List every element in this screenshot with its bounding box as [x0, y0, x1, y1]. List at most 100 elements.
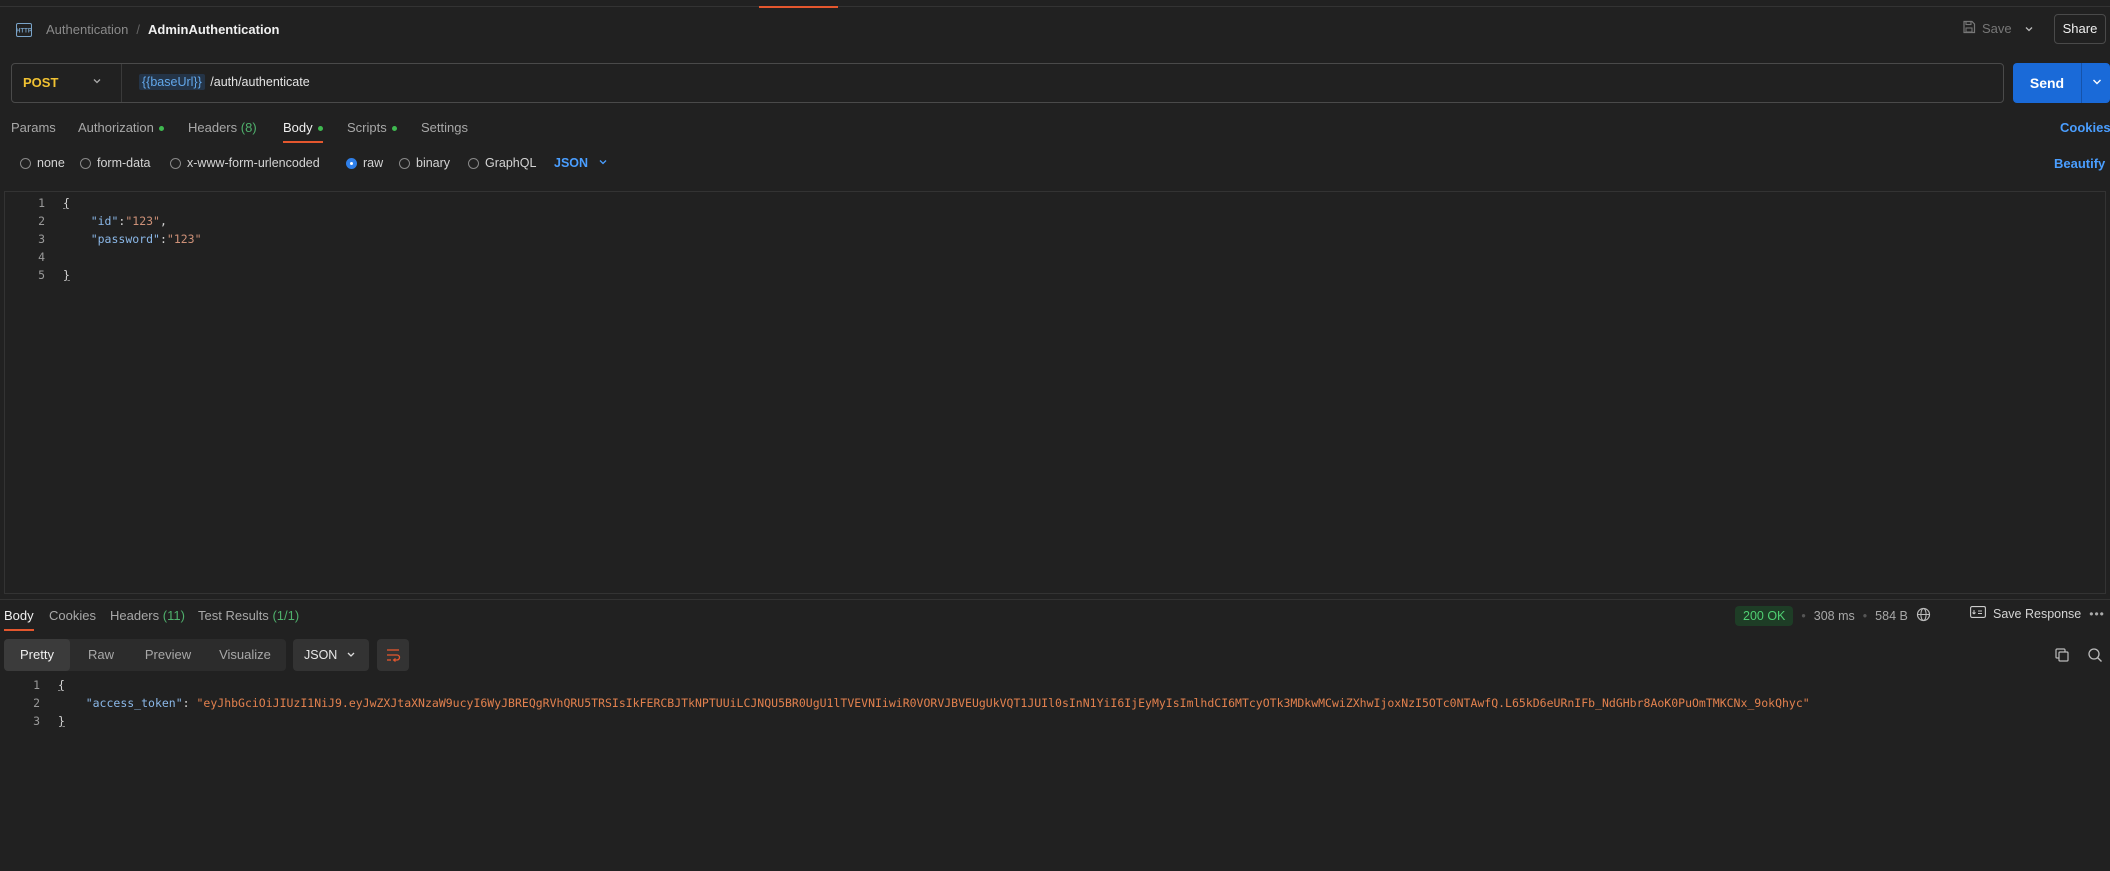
raw-format-select[interactable]: JSON — [554, 156, 608, 170]
url-bar: POST {{baseUrl}} /auth/authenticate — [11, 63, 2004, 103]
save-response-icon — [1970, 606, 1986, 621]
chevron-down-icon — [598, 156, 608, 170]
line-number: 1 — [33, 678, 40, 692]
response-actions: Save Response ••• — [1970, 606, 2105, 621]
beautify-button[interactable]: Beautify — [2054, 156, 2105, 171]
response-tab-test-results[interactable]: Test Results (1/1) — [198, 608, 299, 623]
json-value: "123" — [166, 232, 202, 246]
body-type-row: none form-data x-www-form-urlencoded raw… — [0, 153, 2110, 177]
tab-body[interactable]: Body — [283, 120, 323, 143]
radio-graphql[interactable]: GraphQL — [468, 156, 536, 170]
tab-authorization[interactable]: Authorization — [78, 120, 164, 135]
send-divider — [2081, 63, 2082, 103]
breadcrumb-parent[interactable]: Authentication — [46, 22, 128, 37]
radio-none[interactable]: none — [20, 156, 65, 170]
save-icon — [1962, 20, 1976, 37]
radio-form-data[interactable]: form-data — [80, 156, 151, 170]
radio-circle — [170, 157, 181, 169]
method-chevron-icon — [92, 74, 102, 89]
send-label: Send — [2029, 75, 2065, 91]
tab-settings[interactable]: Settings — [421, 120, 468, 135]
request-tabs: Params Authorization Headers (8) Body Sc… — [0, 116, 2110, 146]
open-brace: { — [58, 678, 65, 692]
code-line: 1 { — [5, 194, 2105, 212]
status-dot — [158, 126, 164, 132]
method-label: POST — [23, 75, 59, 90]
code-line: 5 } — [5, 266, 2105, 284]
url-input[interactable]: {{baseUrl}} /auth/authenticate — [139, 74, 310, 90]
radio-circle — [399, 157, 410, 169]
more-options-icon[interactable]: ••• — [2089, 607, 2105, 621]
view-preview[interactable]: Preview — [132, 639, 204, 671]
response-tab-cookies[interactable]: Cookies — [49, 608, 96, 623]
close-brace: } — [58, 714, 65, 728]
line-number: 2 — [33, 696, 40, 710]
save-response-label: Save Response — [1993, 606, 2082, 621]
json-key: "access_token" — [85, 696, 183, 710]
breadcrumb: Authentication / AdminAuthentication — [46, 22, 279, 37]
status-badge[interactable]: 200 OK — [1735, 606, 1794, 626]
separator-dot: • — [1862, 609, 1868, 623]
response-tab-body[interactable]: Body — [4, 608, 34, 631]
json-key: "password" — [90, 232, 160, 246]
radio-raw[interactable]: raw — [346, 156, 383, 170]
search-icon[interactable] — [2087, 647, 2103, 663]
response-time[interactable]: 308 ms — [1814, 609, 1855, 623]
view-raw[interactable]: Raw — [70, 639, 132, 671]
request-body-editor[interactable]: 1 { 2 "id":"123", 3 "password":"123" 4 5… — [4, 191, 2106, 594]
radio-circle-selected — [346, 157, 357, 169]
response-meta: 200 OK • 308 ms • 584 B — [1735, 606, 1931, 626]
breadcrumb-separator: / — [136, 22, 141, 37]
http-request-icon: HTTP — [16, 23, 32, 37]
save-options-chevron-icon[interactable] — [2024, 22, 2034, 37]
status-dot — [317, 126, 323, 132]
radio-binary[interactable]: binary — [399, 156, 450, 170]
response-format-label: JSON — [304, 648, 338, 662]
json-value: "123" — [125, 214, 160, 228]
line-number: 3 — [38, 232, 45, 246]
line-number: 1 — [38, 196, 45, 210]
save-response-button[interactable]: Save Response — [1970, 606, 2081, 621]
view-pretty[interactable]: Pretty — [4, 639, 70, 671]
radio-circle — [20, 157, 31, 169]
code-line: 2 "access_token": "eyJhbGciOiJIUzI1NiJ9.… — [0, 694, 2110, 712]
save-button[interactable]: Save — [1962, 20, 2012, 37]
response-format-select[interactable]: JSON — [293, 639, 369, 671]
method-select[interactable]: POST — [12, 64, 122, 102]
breadcrumb-current[interactable]: AdminAuthentication — [148, 22, 279, 37]
copy-icon[interactable] — [2054, 647, 2070, 663]
response-divider[interactable] — [0, 599, 2110, 600]
wrap-lines-button[interactable] — [377, 639, 409, 671]
tab-scripts[interactable]: Scripts — [347, 120, 397, 135]
top-strip — [0, 0, 2110, 8]
response-body-viewer[interactable]: 1 { 2 "access_token": "eyJhbGciOiJIUzI1N… — [0, 676, 2110, 736]
response-tab-headers[interactable]: Headers (11) — [110, 608, 185, 623]
response-size[interactable]: 584 B — [1875, 609, 1908, 623]
code-line: 4 — [5, 248, 2105, 266]
send-button[interactable]: Send — [2013, 63, 2110, 103]
url-variable: {{baseUrl}} — [139, 74, 205, 90]
cookies-link[interactable]: Cookies — [2060, 120, 2110, 135]
line-number: 3 — [33, 714, 40, 728]
code-line: 3 } — [0, 712, 2110, 730]
tab-headers[interactable]: Headers (8) — [188, 120, 257, 135]
code-line: 1 { — [0, 676, 2110, 694]
json-value: "eyJhbGciOiJIUzI1NiJ9.eyJwZXJtaXNzaW9ucy… — [196, 696, 1810, 710]
line-number: 5 — [38, 268, 45, 282]
svg-text:HTTP: HTTP — [16, 29, 32, 35]
tab-params[interactable]: Params — [11, 120, 56, 135]
response-view-segment: Pretty Raw Preview Visualize — [4, 639, 286, 671]
send-options-chevron-icon[interactable] — [2091, 74, 2103, 93]
globe-icon[interactable] — [1916, 607, 1931, 625]
wrap-lines-icon — [385, 649, 401, 674]
raw-format-label: JSON — [554, 156, 589, 170]
request-header: HTTP Authentication / AdminAuthenticatio… — [0, 8, 2110, 54]
radio-circle — [80, 157, 91, 169]
view-visualize[interactable]: Visualize — [204, 639, 286, 671]
response-tabs: Body Cookies Headers (11) Test Results (… — [0, 606, 2110, 634]
response-toolbar: Pretty Raw Preview Visualize JSON — [0, 639, 2110, 673]
separator-dot: • — [1801, 609, 1806, 623]
radio-x-www-form-urlencoded[interactable]: x-www-form-urlencoded — [170, 156, 320, 170]
code-line: 2 "id":"123", — [5, 212, 2105, 230]
share-button[interactable]: Share — [2054, 14, 2106, 44]
